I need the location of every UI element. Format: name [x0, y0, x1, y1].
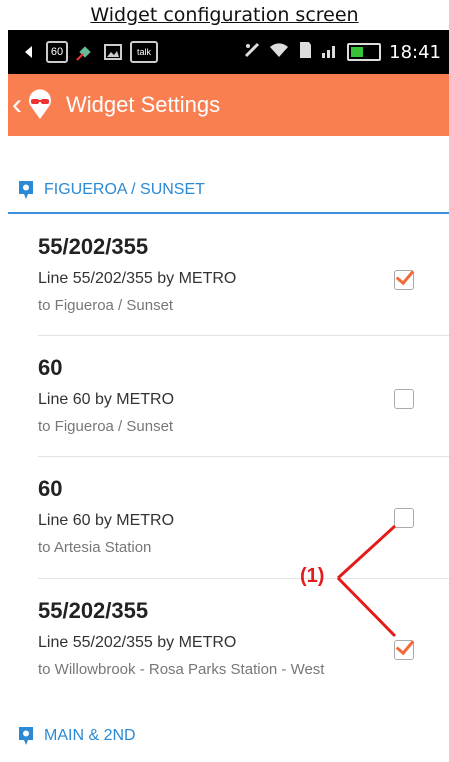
- annotation-arrows: [336, 524, 397, 638]
- annotation-label: (1): [300, 565, 325, 587]
